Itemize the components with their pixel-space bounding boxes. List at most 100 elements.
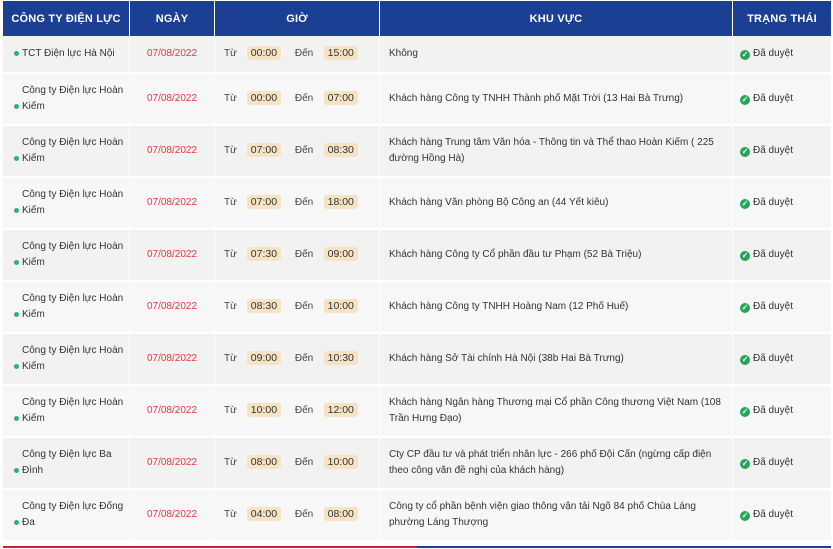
- end-time: 07:00: [323, 91, 358, 105]
- company-name: Công ty Điện lực Hoàn Kiếm: [22, 345, 124, 372]
- start-time: 04:00: [246, 507, 282, 521]
- to-label: Đến: [294, 197, 314, 208]
- area-cell: Khách hàng Công ty Cổ phần đầu tư Phạm (…: [380, 230, 733, 282]
- bullet-dot-icon: [14, 312, 19, 317]
- date-cell: 07/08/2022: [130, 74, 215, 126]
- company-cell: Công ty Điện lực Đống Đa: [3, 490, 130, 542]
- area-cell: Cty CP đầu tư và phát triển nhân lực - 2…: [380, 438, 733, 490]
- company-name: Công ty Điện lực Đống Đa: [22, 501, 124, 528]
- start-time: 00:00: [246, 46, 282, 60]
- company-name: Công ty Điện lực Hoàn Kiếm: [22, 293, 124, 320]
- company-name: Công ty Điện lực Ba Đình: [22, 449, 112, 476]
- status-text: Đã duyệt: [753, 93, 794, 104]
- status-cell: ✓ Đã duyệt: [733, 126, 831, 178]
- time-cell: Từ 00:00 Đến 07:00: [215, 74, 380, 126]
- bullet-dot-icon: [14, 416, 19, 421]
- bullet-dot-icon: [14, 260, 19, 265]
- bullet-dot-icon: [14, 51, 19, 56]
- date-cell: 07/08/2022: [130, 334, 215, 386]
- date-cell: 07/08/2022: [130, 36, 215, 74]
- date-cell: 07/08/2022: [130, 386, 215, 438]
- table-row: Công ty Điện lực Đống Đa 07/08/2022 Từ 0…: [3, 490, 831, 542]
- from-label: Từ: [224, 509, 237, 520]
- time-cell: Từ 08:00 Đến 10:00: [215, 438, 380, 490]
- check-circle-icon: ✓: [740, 147, 750, 157]
- check-circle-icon: ✓: [740, 303, 750, 313]
- status-text: Đã duyệt: [753, 145, 794, 156]
- time-cell: Từ 07:00 Đến 08:30: [215, 126, 380, 178]
- header-status: TRẠNG THÁI: [733, 1, 831, 36]
- from-label: Từ: [224, 48, 237, 59]
- area-cell: Khách hàng Công ty TNHH Thành phố Mặt Tr…: [380, 74, 733, 126]
- status-cell: ✓ Đã duyệt: [733, 334, 831, 386]
- to-label: Đến: [294, 145, 314, 156]
- start-time: 07:00: [246, 195, 282, 209]
- bullet-dot-icon: [14, 468, 19, 473]
- time-cell: Từ 10:00 Đến 12:00: [215, 386, 380, 438]
- start-time: 07:30: [246, 247, 282, 261]
- to-label: Đến: [294, 301, 314, 312]
- date-cell: 07/08/2022: [130, 282, 215, 334]
- company-cell: Công ty Điện lực Hoàn Kiếm: [3, 334, 130, 386]
- end-time: 10:30: [323, 351, 358, 365]
- area-cell: Khách hàng Sở Tài chính Hà Nội (38b Hai …: [380, 334, 733, 386]
- end-time: 09:00: [323, 247, 358, 261]
- date-cell: 07/08/2022: [130, 230, 215, 282]
- check-circle-icon: ✓: [740, 95, 750, 105]
- company-name: Công ty Điện lực Hoàn Kiếm: [22, 137, 124, 164]
- table-row: Công ty Điện lực Ba Đình 07/08/2022 Từ 0…: [3, 438, 831, 490]
- status-text: Đã duyệt: [753, 301, 794, 312]
- status-cell: ✓ Đã duyệt: [733, 36, 831, 74]
- time-cell: Từ 00:00 Đến 15:00: [215, 36, 380, 74]
- check-circle-icon: ✓: [740, 355, 750, 365]
- header-time: GIỜ: [215, 1, 380, 36]
- to-label: Đến: [294, 405, 314, 416]
- footer-divider: [3, 546, 831, 548]
- company-cell: Công ty Điện lực Hoàn Kiếm: [3, 178, 130, 230]
- company-cell: Công ty Điện lực Hoàn Kiếm: [3, 230, 130, 282]
- from-label: Từ: [224, 301, 237, 312]
- end-time: 18:00: [323, 195, 358, 209]
- check-circle-icon: ✓: [740, 199, 750, 209]
- time-cell: Từ 08:30 Đến 10:00: [215, 282, 380, 334]
- company-name: Công ty Điện lực Hoàn Kiếm: [22, 397, 124, 424]
- to-label: Đến: [294, 353, 314, 364]
- check-circle-icon: ✓: [740, 251, 750, 261]
- time-cell: Từ 09:00 Đến 10:30: [215, 334, 380, 386]
- status-cell: ✓ Đã duyệt: [733, 282, 831, 334]
- company-cell: Công ty Điện lực Hoàn Kiếm: [3, 126, 130, 178]
- bullet-dot-icon: [14, 520, 19, 525]
- area-cell: Khách hàng Văn phòng Bộ Công an (44 Yết …: [380, 178, 733, 230]
- end-time: 08:30: [323, 143, 358, 157]
- header-date: NGÀY: [130, 1, 215, 36]
- company-cell: TCT Điện lực Hà Nội: [3, 36, 130, 74]
- area-cell: Không: [380, 36, 733, 74]
- date-cell: 07/08/2022: [130, 438, 215, 490]
- table-row: Công ty Điện lực Hoàn Kiếm 07/08/2022 Từ…: [3, 386, 831, 438]
- to-label: Đến: [294, 48, 314, 59]
- status-text: Đã duyệt: [753, 405, 794, 416]
- from-label: Từ: [224, 145, 237, 156]
- company-name: Công ty Điện lực Hoàn Kiếm: [22, 85, 124, 112]
- outage-schedule: CÔNG TY ĐIỆN LỰC NGÀY GIỜ KHU VỰC TRẠNG …: [0, 0, 833, 549]
- end-time: 08:00: [323, 507, 358, 521]
- start-time: 08:00: [246, 455, 282, 469]
- status-text: Đã duyệt: [753, 197, 794, 208]
- from-label: Từ: [224, 353, 237, 364]
- area-cell: Khách hàng Trung tâm Văn hóa - Thông tin…: [380, 126, 733, 178]
- status-text: Đã duyệt: [753, 457, 794, 468]
- status-cell: ✓ Đã duyệt: [733, 230, 831, 282]
- header-area: KHU VỰC: [380, 1, 733, 36]
- status-text: Đã duyệt: [753, 509, 794, 520]
- end-time: 12:00: [323, 403, 358, 417]
- time-cell: Từ 07:30 Đến 09:00: [215, 230, 380, 282]
- check-circle-icon: ✓: [740, 511, 750, 521]
- status-text: Đã duyệt: [753, 48, 794, 59]
- table-row: Công ty Điện lực Hoàn Kiếm 07/08/2022 Từ…: [3, 126, 831, 178]
- table-row: Công ty Điện lực Hoàn Kiếm 07/08/2022 Từ…: [3, 74, 831, 126]
- status-cell: ✓ Đã duyệt: [733, 178, 831, 230]
- from-label: Từ: [224, 249, 237, 260]
- company-cell: Công ty Điện lực Ba Đình: [3, 438, 130, 490]
- to-label: Đến: [294, 457, 314, 468]
- table-row: Công ty Điện lực Hoàn Kiếm 07/08/2022 Từ…: [3, 334, 831, 386]
